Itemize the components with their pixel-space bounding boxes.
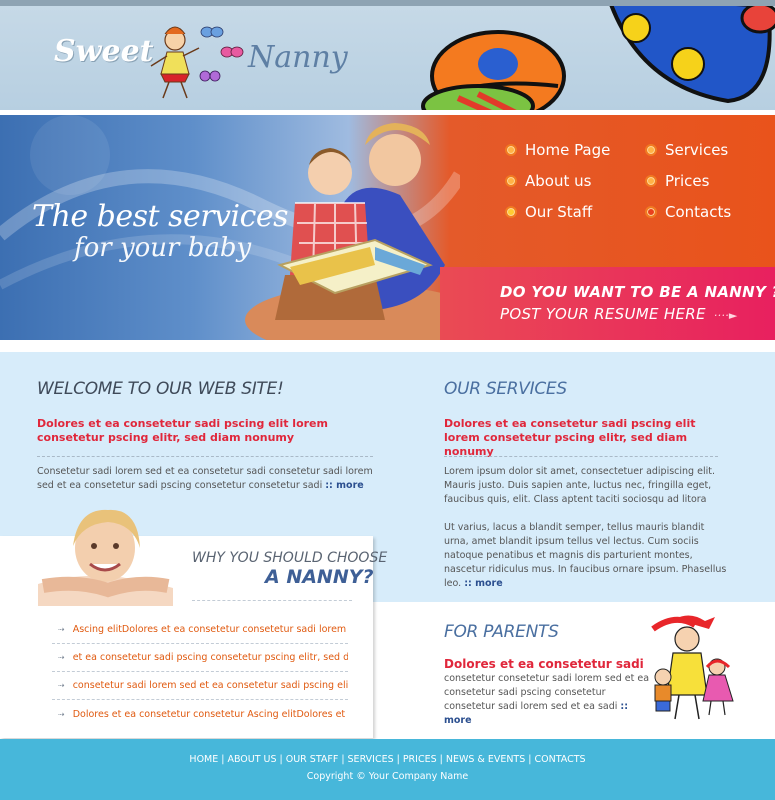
separator: | — [279, 754, 283, 765]
footer-link-news-events[interactable]: NEWS & EVENTS — [446, 754, 525, 765]
parents-text-body: consetetur consetetur sadi lorem sed et … — [444, 673, 650, 712]
arrow-right-icon: ⇢ — [58, 681, 65, 690]
welcome-lead: Dolores et ea consetetur sadi pscing eli… — [37, 417, 328, 444]
logo-nanny-text[interactable]: Nanny — [248, 40, 348, 75]
nav-label: Home Page — [525, 141, 611, 159]
nav-label: Prices — [665, 172, 710, 190]
resume-question: DO YOU WANT TO BE A NANNY ? — [500, 283, 775, 301]
bullet-icon — [505, 206, 517, 218]
bullet-icon — [505, 144, 517, 156]
divider — [444, 456, 718, 457]
separator: | — [528, 754, 532, 765]
arrow-right-icon: ⇢ — [58, 625, 65, 634]
divider — [37, 456, 373, 457]
nav-label: About us — [525, 172, 592, 190]
welcome-text-body: Consetetur sadi lorem sed et ea consetet… — [37, 466, 373, 491]
welcome-title: WELCOME TO OUR WEB SITE! — [37, 379, 284, 399]
smiling-woman-photo — [38, 509, 173, 606]
footer-link-about-us[interactable]: ABOUT US — [227, 754, 276, 765]
services-lead: Dolores et ea consetetur sadi pscing eli… — [444, 417, 696, 458]
parents-title: FOR PARENTS — [444, 622, 559, 642]
parents-lead: Dolores et ea consetetur sadi — [444, 657, 644, 671]
nav-label: Contacts — [665, 203, 732, 221]
why-choose-line1: WHY YOU SHOULD CHOOSE — [192, 550, 388, 566]
logo-sweet-text[interactable]: Sweet — [54, 34, 154, 69]
list-item-label: et ea consetetur sadi pscing consetetur … — [72, 652, 348, 663]
footer-link-services[interactable]: SERVICES — [348, 754, 394, 765]
site-footer: HOME | ABOUT US | OUR STAFF | SERVICES | PRICES |… — [0, 739, 775, 800]
nav-label: Our Staff — [525, 203, 593, 221]
hero-banner: The best services for your baby Home Pag… — [0, 115, 775, 340]
copyright-text: Copyright © Your Company Name — [306, 771, 469, 782]
why-reasons-list: ⇢ Ascing elitDolores et ea consetetur co… — [52, 616, 348, 728]
list-item-label: consetetur sadi lorem sed et ea consetet… — [72, 680, 348, 691]
arrow-right-icon: ⇢ — [58, 653, 65, 662]
nav-contacts[interactable]: Contacts — [645, 203, 731, 221]
separator: | — [439, 754, 443, 765]
list-item[interactable]: ⇢ Ascing elitDolores et ea consetetur co… — [52, 616, 348, 644]
footer-link-prices[interactable]: PRICES — [403, 754, 437, 765]
arrow-right-icon: ····► — [713, 309, 738, 322]
kids-drawing-icon — [651, 615, 734, 720]
list-item-label: Ascing elitDolores et ea consetetur cons… — [72, 624, 348, 635]
list-item[interactable]: ⇢ consetetur sadi lorem sed et ea conset… — [52, 672, 348, 700]
resume-banner[interactable]: DO YOU WANT TO BE A NANNY ? POST YOUR RE… — [440, 267, 775, 340]
butterfly-icon — [421, 6, 775, 110]
footer-link-contacts[interactable]: CONTACTS — [534, 754, 585, 765]
bullet-icon — [645, 206, 657, 218]
nav-prices[interactable]: Prices — [645, 172, 709, 190]
arrow-right-icon: ⇢ — [58, 709, 65, 719]
divider — [192, 600, 352, 601]
services-title: OUR SERVICES — [444, 379, 567, 399]
bullet-icon — [645, 175, 657, 187]
bullet-icon — [505, 175, 517, 187]
banner-divider — [0, 340, 775, 352]
services-text-1: Lorem ipsum dolor sit amet, consectetuer… — [444, 466, 715, 505]
footer-navigation: HOME | ABOUT US | OUR STAFF | SERVICES | PRICES |… — [0, 754, 775, 765]
separator: | — [341, 754, 345, 765]
site-header: Sweet Nanny — [0, 6, 775, 110]
parents-text: consetetur consetetur sadi lorem sed et … — [444, 672, 649, 728]
post-resume-link[interactable]: POST YOUR RESUME HERE ····► — [500, 305, 738, 323]
nav-label: Services — [665, 141, 729, 159]
separator: | — [221, 754, 225, 765]
footer-link-our-staff[interactable]: OUR STAFF — [286, 754, 339, 765]
post-resume-label: POST YOUR RESUME HERE — [500, 305, 706, 323]
why-choose-line2: A NANNY? — [265, 566, 374, 588]
services-text-2: Ut varius, lacus a blandit semper, tellu… — [444, 521, 729, 591]
footer-link-home[interactable]: HOME — [189, 754, 218, 765]
nav-about-us[interactable]: About us — [505, 172, 591, 190]
bullet-icon — [645, 144, 657, 156]
logo-girl-butterflies-icon[interactable] — [145, 18, 245, 104]
welcome-more-link[interactable]: :: more — [325, 480, 363, 491]
nav-services[interactable]: Services — [645, 141, 728, 159]
list-item[interactable]: ⇢ Dolores et ea consetetur consetetur As… — [52, 700, 348, 728]
services-more-link[interactable]: :: more — [464, 578, 502, 589]
list-item-label: Dolores et ea consetetur consetetur Asci… — [72, 708, 348, 720]
nav-our-staff[interactable]: Our Staff — [505, 203, 592, 221]
separator: | — [396, 754, 400, 765]
welcome-text: Consetetur sadi lorem sed et ea consetet… — [37, 465, 377, 493]
mother-child-photo — [245, 123, 475, 340]
nav-home-page[interactable]: Home Page — [505, 141, 610, 159]
list-item[interactable]: ⇢ et ea consetetur sadi pscing consetetu… — [52, 644, 348, 672]
